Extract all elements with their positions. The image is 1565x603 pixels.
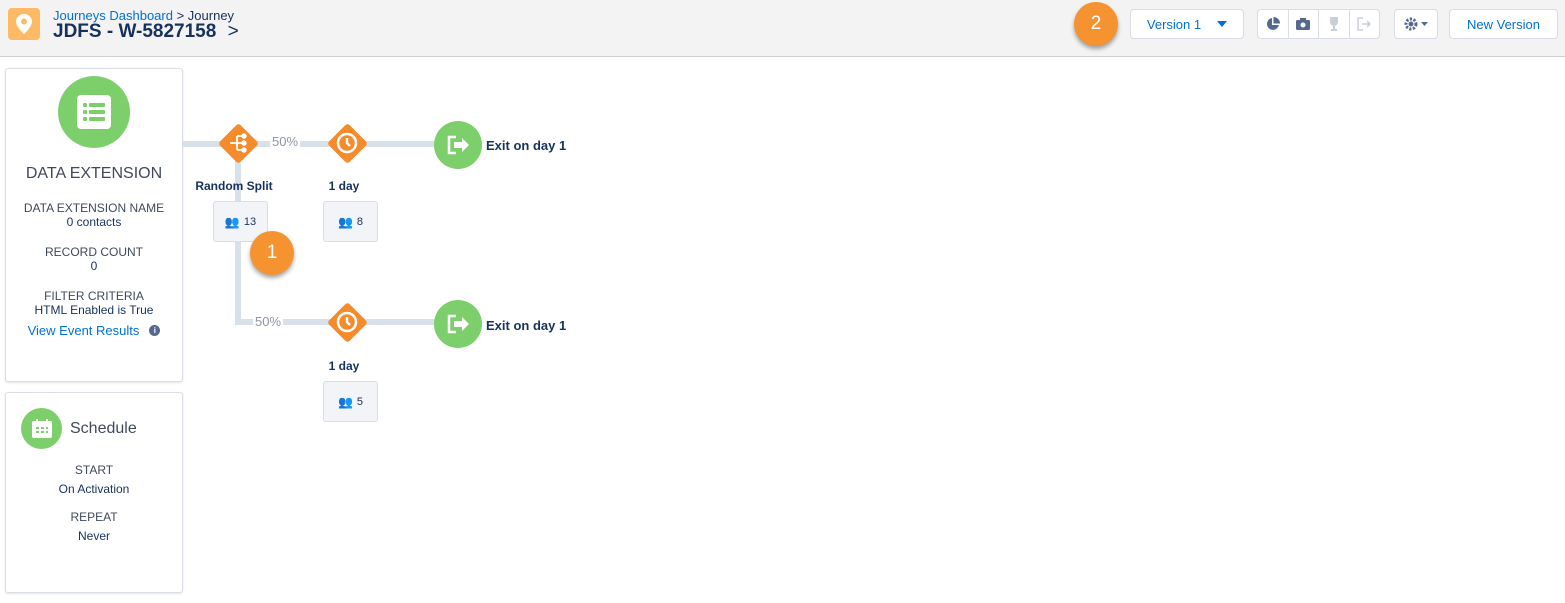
count-value: 8: [356, 215, 364, 228]
wait-label-top: 1 day: [328, 179, 360, 193]
schedule-title: Schedule: [70, 419, 137, 437]
clock-icon: [336, 311, 358, 333]
field-value: 0: [90, 259, 98, 273]
wait-count-bottom[interactable]: 👥 5: [323, 381, 378, 422]
exit-node-bottom[interactable]: [434, 300, 482, 348]
journey-name: JDFS - W-5827158: [53, 21, 217, 42]
page-title[interactable]: JDFS - W-5827158 >: [53, 21, 239, 43]
settings-dropdown[interactable]: [1394, 9, 1438, 39]
wait-node-bottom[interactable]: [327, 302, 367, 342]
new-version-button[interactable]: New Version: [1449, 9, 1558, 39]
snapshot-button[interactable]: [1289, 10, 1319, 38]
exit-label-bottom: Exit on day 1: [486, 318, 567, 333]
version-dropdown[interactable]: Version 1: [1130, 9, 1244, 39]
split-percent-bottom: 50%: [253, 314, 284, 329]
wait-count-top[interactable]: 👥 8: [323, 201, 378, 242]
field-label: DATA EXTENSION NAME: [23, 201, 165, 215]
random-split-node[interactable]: [218, 123, 258, 163]
field-label: REPEAT: [70, 510, 118, 524]
caret-down-icon: [1421, 22, 1428, 26]
field-value: 0 contacts: [66, 215, 122, 229]
trophy-icon: [1329, 17, 1338, 31]
count-value: 13: [243, 215, 257, 228]
clock-icon: [336, 132, 358, 154]
contacts-icon: 👥: [224, 214, 240, 229]
field-value: HTML Enabled is True: [34, 303, 154, 317]
exit-icon: [447, 314, 469, 334]
step-badge-1: 1: [250, 231, 294, 275]
calendar-icon: [21, 408, 62, 449]
field-label: RECORD COUNT: [45, 245, 143, 259]
contacts-icon: 👥: [337, 394, 353, 409]
count-value: 5: [356, 395, 364, 408]
wait-label-bottom: 1 day: [328, 359, 360, 373]
step-badge-2: 2: [1074, 2, 1118, 46]
camera-icon: [1296, 18, 1311, 30]
exit-icon: [447, 135, 469, 155]
split-icon: [230, 133, 247, 153]
exit-icon: [1357, 17, 1372, 31]
split-label: Random Split: [195, 179, 273, 193]
exit-label-top: Exit on day 1: [486, 138, 567, 153]
caret-down-icon: [1217, 21, 1228, 27]
chevron-right-icon[interactable]: >: [228, 21, 239, 42]
gear-icon: [1404, 17, 1418, 31]
field-label: FILTER CRITERIA: [44, 289, 144, 303]
version-label: Version 1: [1146, 16, 1202, 32]
split-percent-top: 50%: [270, 134, 301, 149]
contacts-icon: 👥: [337, 214, 353, 229]
wait-node-top[interactable]: [327, 123, 367, 163]
field-label: START: [74, 463, 114, 477]
exit-node-top[interactable]: [434, 121, 482, 169]
map-pin-icon: [16, 14, 32, 34]
data-extension-icon: [58, 76, 130, 148]
field-value: Never: [77, 529, 110, 543]
entry-title: DATA EXTENSION: [25, 165, 163, 182]
schedule-panel[interactable]: Schedule START On Activation REPEAT Never: [5, 392, 183, 593]
exit-criteria-button[interactable]: [1350, 10, 1380, 38]
view-event-results-link[interactable]: View Event Results: [28, 323, 140, 338]
journey-logo: [8, 8, 40, 40]
pie-chart-icon: [1266, 17, 1280, 30]
header: Journeys Dashboard > Journey JDFS - W-58…: [0, 0, 1565, 57]
analytics-button[interactable]: [1258, 10, 1289, 38]
toolbar-button-group: [1257, 9, 1380, 39]
field-value: On Activation: [58, 482, 130, 496]
info-icon[interactable]: i: [149, 325, 161, 336]
entry-source-panel[interactable]: DATA EXTENSION DATA EXTENSION NAME 0 cont…: [5, 68, 183, 382]
goal-button[interactable]: [1319, 10, 1350, 38]
